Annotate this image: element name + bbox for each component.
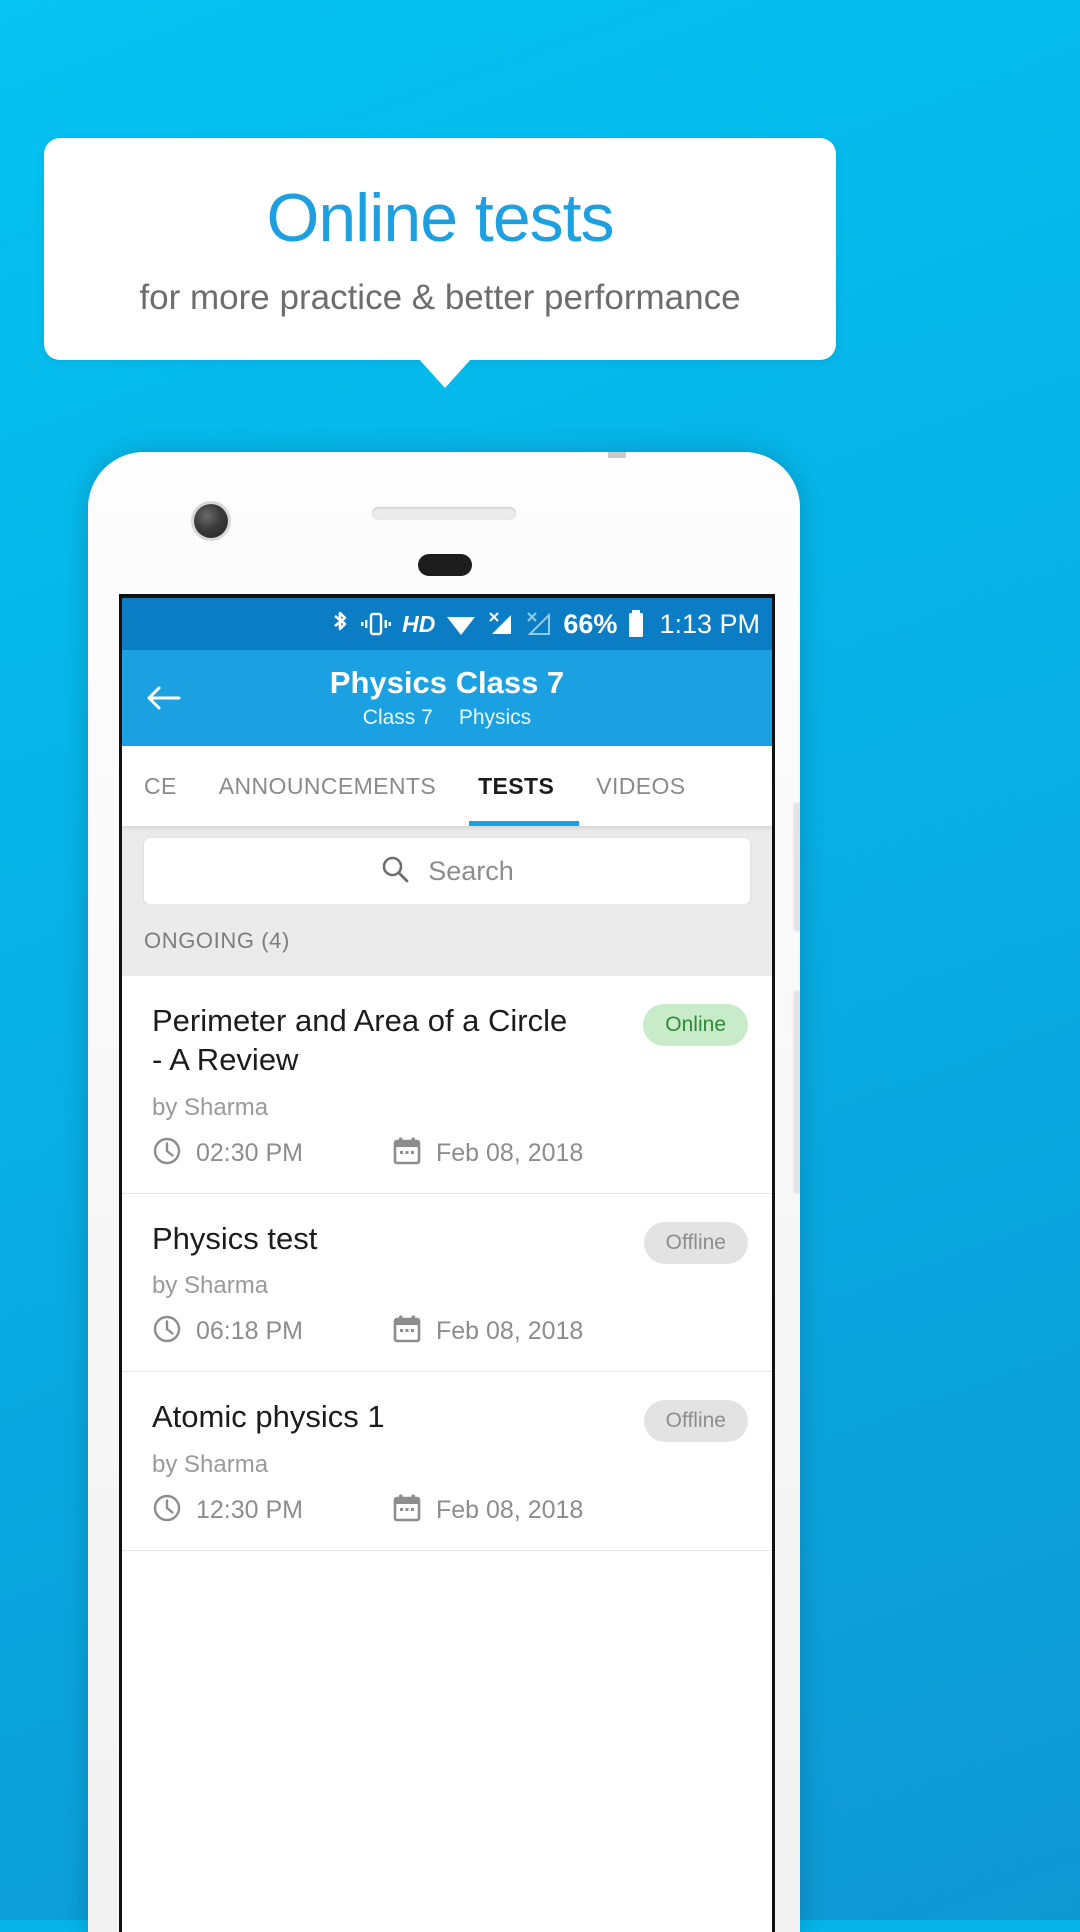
test-title: Perimeter and Area of a Circle - A Revie… (152, 1003, 568, 1077)
test-date-label: Feb 08, 2018 (436, 1317, 584, 1346)
breadcrumb-subject: Physics (458, 706, 532, 730)
test-time-label: 12:30 PM (196, 1496, 304, 1524)
breadcrumb-class: Class 7 (362, 706, 433, 730)
search-input[interactable]: Search (144, 838, 750, 904)
test-date: Feb 08, 2018 (392, 1314, 583, 1349)
status-badge: Online (643, 1004, 748, 1046)
calendar-icon (392, 1493, 422, 1528)
status-badge: Offline (643, 1221, 748, 1264)
promo-subtitle: for more practice & better performance (139, 277, 741, 317)
test-time: 02:30 PM (152, 1136, 392, 1171)
test-time-label: 02:30 PM (196, 1138, 304, 1167)
tests-list: Perimeter and Area of a Circle - A Revie… (122, 976, 772, 1551)
volume-button[interactable] (794, 804, 800, 930)
test-date: Feb 08, 2018 (392, 1493, 583, 1528)
calendar-icon (392, 1314, 422, 1349)
promo-title: Online tests (266, 179, 614, 256)
promo-card-tail (418, 358, 472, 388)
test-date-label: Feb 08, 2018 (436, 1138, 584, 1167)
battery-percent-label: 66% (563, 608, 618, 639)
test-time: 12:30 PM (152, 1493, 392, 1528)
signal-2-icon (525, 611, 553, 637)
back-arrow-icon[interactable] (142, 678, 186, 718)
clock-icon (152, 1314, 182, 1349)
test-date: Feb 08, 2018 (392, 1136, 583, 1171)
phone-screen: HD 66% 1:13 PM Physics Class 7 Class 7 P… (119, 594, 775, 1932)
tab-videos[interactable]: VIDEOS (596, 773, 685, 800)
vibrate-icon (360, 610, 392, 638)
tab-bar: CE ANNOUNCEMENTS TESTS VIDEOS (122, 746, 772, 826)
test-title: Physics test (152, 1220, 318, 1256)
list-item[interactable]: Atomic physics 1 by Sharma 12:30 PM Feb … (122, 1372, 772, 1551)
tab-announcements[interactable]: ANNOUNCEMENTS (219, 773, 436, 800)
test-title: Atomic physics 1 (152, 1399, 385, 1435)
power-button[interactable] (794, 992, 800, 1192)
front-camera-icon (194, 504, 228, 538)
signal-1-icon (487, 611, 515, 637)
test-meta: 06:18 PM Feb 08, 2018 (152, 1314, 750, 1349)
breadcrumb: Class 7 Physics (363, 706, 531, 730)
search-icon (380, 854, 410, 889)
test-author: by Sharma (152, 1451, 269, 1478)
home-button (418, 554, 472, 576)
clock-icon (152, 1493, 182, 1528)
page-title: Physics Class 7 (329, 664, 565, 700)
phone-mockup: HD 66% 1:13 PM Physics Class 7 Class 7 P… (88, 452, 800, 1932)
promo-card: Online tests for more practice & better … (44, 138, 836, 360)
list-item[interactable]: Perimeter and Area of a Circle - A Revie… (122, 976, 772, 1194)
clock-icon (152, 1136, 182, 1171)
test-meta: 02:30 PM Feb 08, 2018 (152, 1136, 750, 1171)
test-author: by Sharma (152, 1093, 269, 1121)
test-meta: 12:30 PM Feb 08, 2018 (152, 1493, 750, 1528)
earpiece-speaker (372, 507, 516, 520)
list-item[interactable]: Physics test by Sharma 06:18 PM Feb 08, … (122, 1194, 772, 1373)
search-placeholder: Search (428, 855, 514, 886)
battery-icon (627, 609, 645, 639)
tab-tests[interactable]: TESTS (478, 773, 554, 800)
tab-ce[interactable]: CE (144, 773, 177, 800)
calendar-icon (392, 1136, 422, 1171)
test-time: 06:18 PM (152, 1314, 392, 1349)
clock-label: 1:13 PM (659, 608, 760, 639)
hd-icon: HD (402, 610, 436, 637)
bluetooth-icon (330, 609, 350, 639)
section-heading: ONGOING (4) (122, 904, 772, 976)
phone-top-nub (608, 452, 626, 458)
app-bar: Physics Class 7 Class 7 Physics (122, 650, 772, 746)
wifi-icon (445, 611, 477, 637)
search-area: Search (122, 826, 772, 904)
tab-active-indicator (469, 821, 579, 826)
status-bar: HD 66% 1:13 PM (122, 598, 772, 650)
test-author: by Sharma (152, 1272, 269, 1300)
status-badge: Offline (643, 1400, 748, 1443)
test-time-label: 06:18 PM (196, 1317, 304, 1346)
test-date-label: Feb 08, 2018 (436, 1496, 584, 1524)
